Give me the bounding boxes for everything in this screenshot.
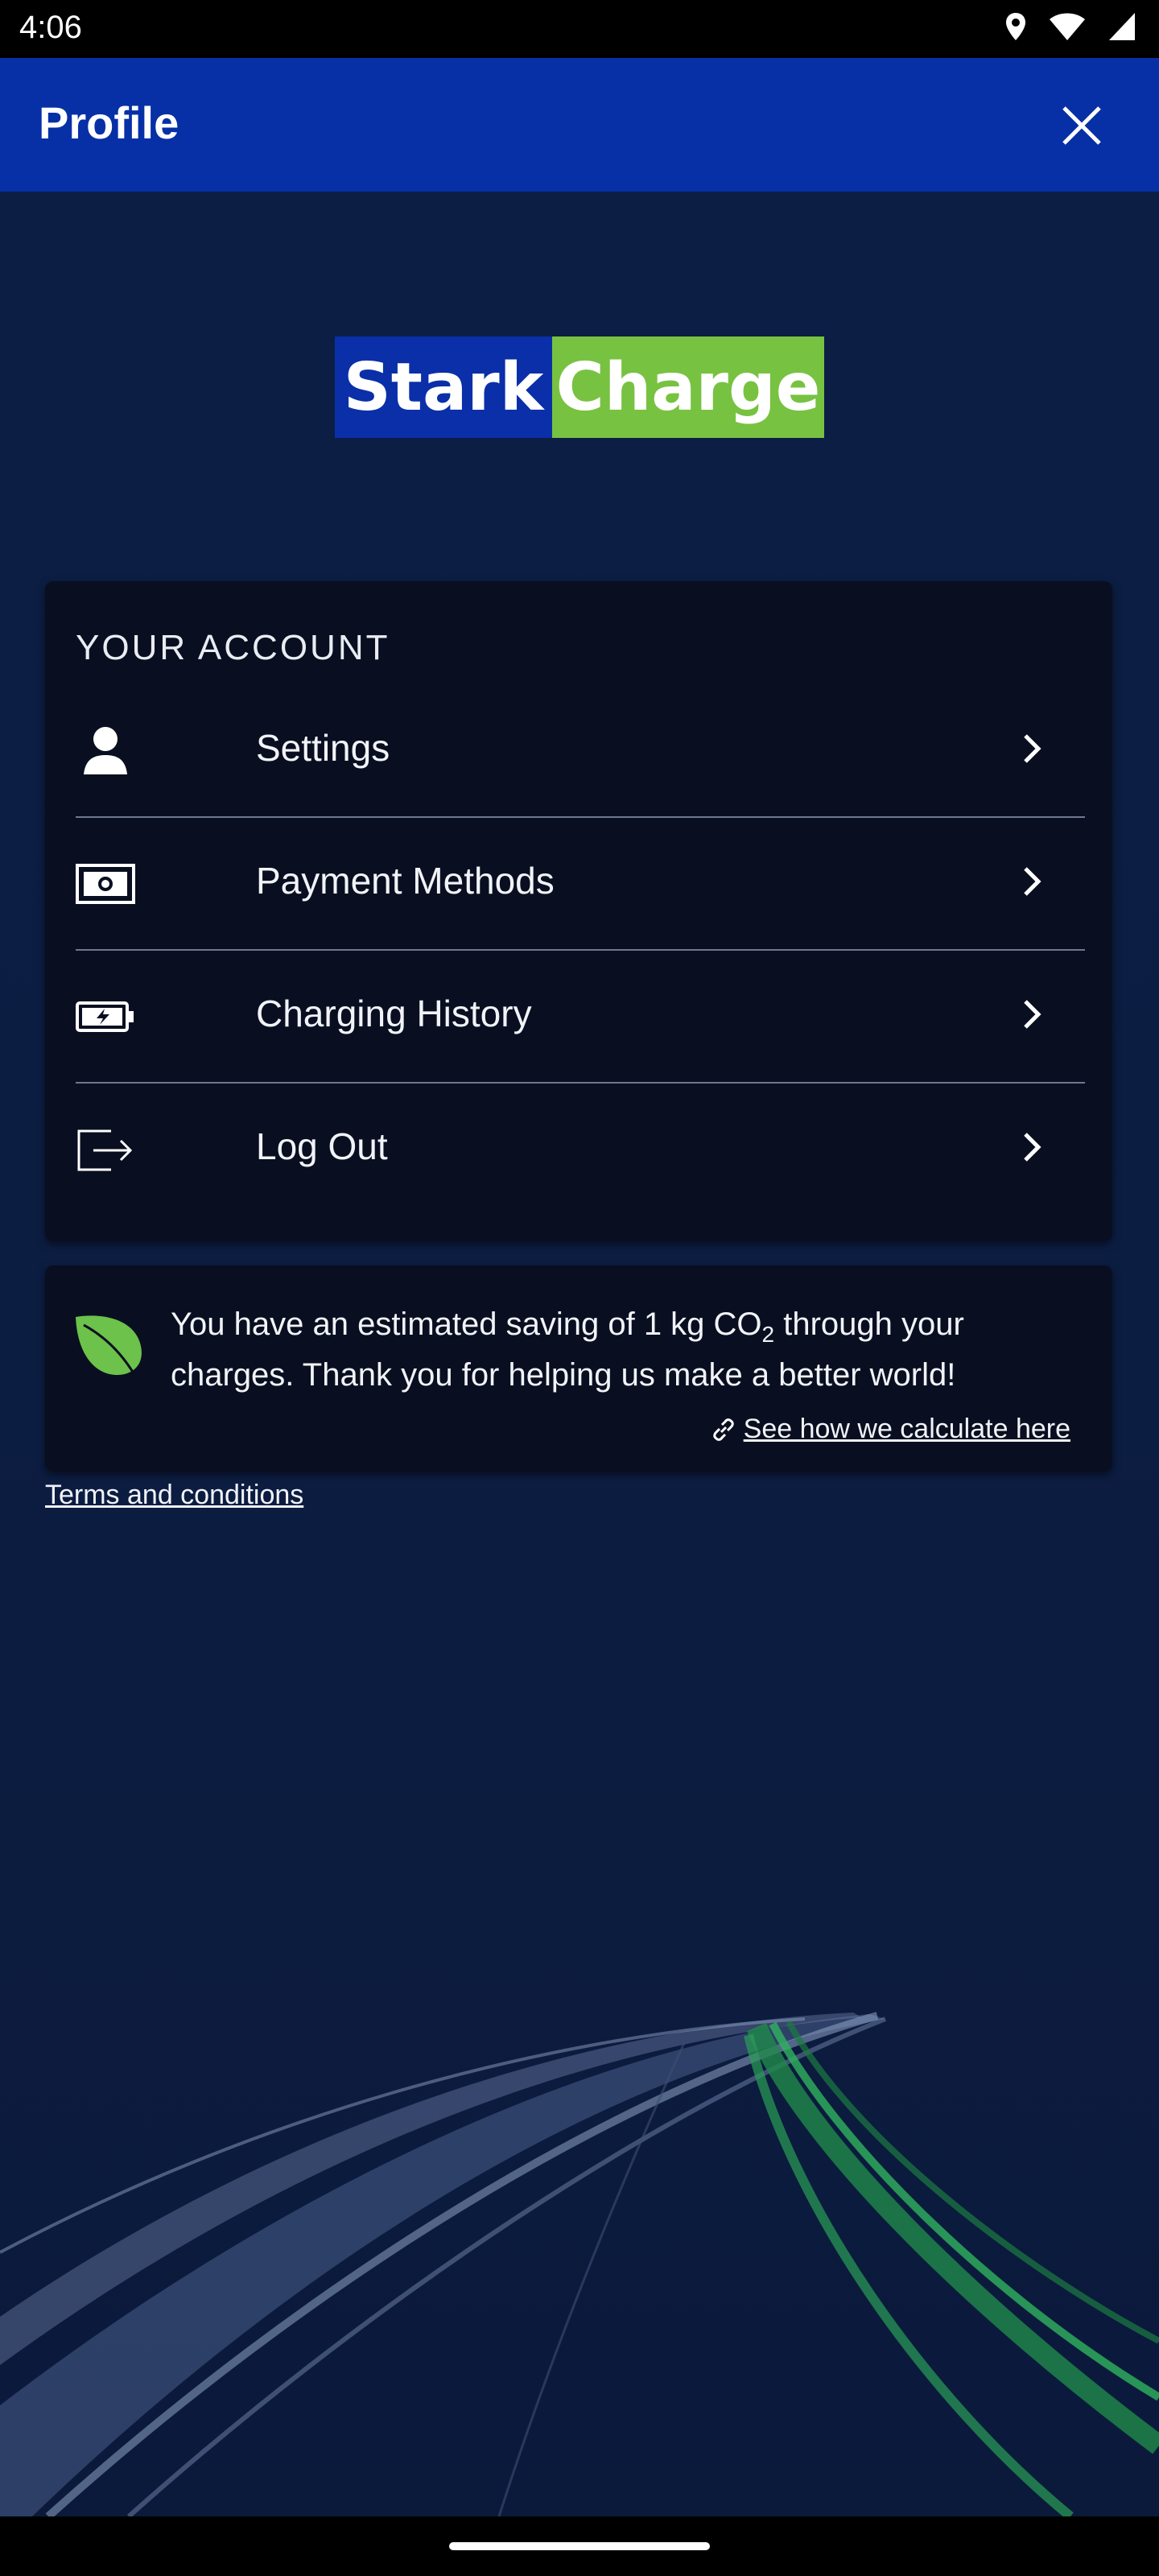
status-bar: 4:06 — [0, 0, 1159, 58]
account-heading: YOUR ACCOUNT — [76, 628, 390, 667]
calculation-link-label: See how we calculate here — [743, 1414, 1070, 1444]
chevron-right-icon — [1024, 1000, 1041, 1029]
app-bar: Profile — [0, 58, 1159, 192]
co2-message-part1: You have an estimated saving of 1 kg CO — [171, 1307, 762, 1342]
settings-label: Settings — [256, 727, 390, 769]
co2-message: You have an estimated saving of 1 kg CO2… — [171, 1304, 1072, 1395]
close-icon[interactable] — [1056, 100, 1107, 151]
log-out-item[interactable]: Log Out — [76, 1083, 1085, 1216]
settings-item[interactable]: Settings — [76, 684, 1085, 817]
charging-history-label: Charging History — [256, 993, 532, 1034]
calculation-link[interactable]: See how we calculate here — [711, 1414, 1070, 1445]
co2-savings-card: You have an estimated saving of 1 kg CO2… — [45, 1265, 1112, 1472]
link-icon — [712, 1418, 734, 1441]
chevron-right-icon — [1024, 734, 1041, 763]
wifi-icon — [1050, 13, 1085, 40]
account-card: YOUR ACCOUNT Settings Payment Methods Ch… — [45, 581, 1112, 1241]
charging-history-item[interactable]: Charging History — [76, 950, 1085, 1083]
log-out-label: Log Out — [256, 1125, 388, 1167]
payment-methods-item[interactable]: Payment Methods — [76, 817, 1085, 950]
location-icon — [1006, 13, 1025, 40]
person-icon — [84, 727, 127, 774]
nav-bar — [0, 2516, 1159, 2576]
logo-stark: Stark — [335, 336, 552, 438]
page-title: Profile — [39, 97, 179, 148]
stark-charge-logo: Stark Charge — [335, 336, 824, 438]
cash-icon — [76, 864, 135, 904]
chevron-right-icon — [1024, 867, 1041, 896]
home-indicator[interactable] — [449, 2542, 710, 2550]
payment-methods-label: Payment Methods — [256, 860, 555, 902]
logout-icon — [77, 1129, 133, 1171]
signal-icon — [1109, 13, 1135, 40]
leaf-icon — [76, 1315, 142, 1375]
logo-charge: Charge — [552, 336, 824, 438]
status-time: 4:06 — [19, 10, 82, 45]
co2-subscript: 2 — [761, 1322, 775, 1347]
chevron-right-icon — [1024, 1133, 1041, 1162]
terms-link[interactable]: Terms and conditions — [45, 1480, 303, 1511]
battery-charging-icon — [76, 1001, 134, 1032]
